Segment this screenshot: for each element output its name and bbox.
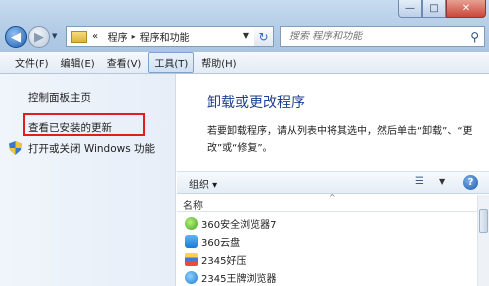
organize-menu-button[interactable]: 组织 ▾ [189, 176, 217, 191]
menu-edit[interactable]: 编辑(E) [56, 53, 100, 72]
scrollbar-thumb[interactable] [479, 209, 488, 233]
forward-arrow-icon: ▶ [34, 29, 44, 45]
close-button[interactable]: ✕ [446, 0, 486, 18]
menu-file[interactable]: 文件(F) [10, 53, 54, 72]
refresh-button[interactable]: ↻ [254, 26, 274, 47]
refresh-icon: ↻ [258, 29, 269, 44]
minimize-button[interactable]: — [398, 0, 422, 18]
command-bar: 组织 ▾ ☰ ▼ ? [177, 171, 489, 194]
instructions-text: 若要卸载程序，请从列表中将其选中，然后单击“卸载”、“更改”或“修复”。 [207, 126, 473, 154]
breadcrumb-overflow[interactable]: « [92, 31, 98, 42]
main-content: 卸载或更改程序 若要卸载程序，请从列表中将其选中，然后单击“卸载”、“更改”或“… [177, 74, 489, 286]
menu-bar: 文件(F) 编辑(E) 查看(V) 工具(T) 帮助(H) [0, 52, 489, 74]
window-controls: — □ ✕ [398, 0, 486, 18]
column-name-label: 名称 [183, 201, 203, 212]
program-name: 360云盘 [201, 237, 241, 249]
search-icon[interactable]: ⚲ [470, 30, 479, 44]
address-bar[interactable]: « 程序 ▸ 程序和功能 ▼ [66, 26, 274, 47]
page-title: 卸载或更改程序 [207, 95, 305, 111]
program-name: 360安全浏览器7 [201, 219, 277, 231]
breadcrumb-programs[interactable]: 程序 [108, 29, 128, 44]
maximize-button[interactable]: □ [422, 0, 446, 18]
back-arrow-icon: ◀ [11, 29, 21, 45]
address-dropdown-icon[interactable]: ▼ [243, 31, 249, 40]
program-list: 360安全浏览器7 360云盘 2345好压 2345王牌浏览器 [177, 214, 477, 286]
view-installed-updates-link[interactable]: 查看已安装的更新 [28, 120, 112, 135]
title-bar: — □ ✕ ◀ ▶ ▼ « 程序 ▸ 程序和功能 ▼ ↻ ⚲ [0, 0, 489, 52]
uac-shield-icon [9, 141, 22, 155]
list-item[interactable]: 2345王牌浏览器 [177, 268, 477, 286]
breadcrumb-separator-icon [101, 32, 104, 41]
list-item[interactable]: 360云盘 [177, 232, 477, 250]
breadcrumb-programs-features[interactable]: 程序和功能 [140, 29, 190, 44]
forward-button[interactable]: ▶ [28, 26, 50, 48]
recent-pages-dropdown-icon[interactable]: ▼ [52, 32, 57, 40]
menu-tools[interactable]: 工具(T) [148, 52, 195, 73]
menu-view[interactable]: 查看(V) [102, 53, 147, 72]
change-view-icon[interactable]: ☰ [415, 176, 424, 187]
column-header-name[interactable]: ^ 名称 [177, 193, 477, 212]
browser-2345-icon [185, 270, 198, 284]
control-panel-icon [71, 30, 87, 43]
back-button[interactable]: ◀ [5, 26, 27, 48]
sort-ascending-icon: ^ [329, 193, 336, 202]
list-item[interactable]: 2345好压 [177, 250, 477, 268]
help-icon[interactable]: ? [463, 175, 478, 190]
menu-help[interactable]: 帮助(H) [196, 53, 241, 72]
browser-360-icon [185, 216, 198, 230]
vertical-scrollbar[interactable] [477, 195, 489, 286]
breadcrumb-chevron-icon[interactable]: ▸ [132, 32, 136, 41]
search-box[interactable]: ⚲ [280, 26, 485, 47]
cloud-360-icon [185, 234, 198, 248]
windows-features-link[interactable]: 打开或关闭 Windows 功能 [28, 141, 155, 156]
control-panel-home-link[interactable]: 控制面板主页 [28, 90, 91, 105]
program-name: 2345王牌浏览器 [201, 273, 277, 285]
program-name: 2345好压 [201, 255, 247, 267]
list-item[interactable]: 360安全浏览器7 [177, 214, 477, 232]
view-dropdown-icon[interactable]: ▼ [439, 177, 445, 186]
haozip-icon [185, 252, 198, 266]
task-pane: 控制面板主页 查看已安装的更新 打开或关闭 Windows 功能 [0, 74, 176, 286]
search-input[interactable] [289, 31, 459, 42]
